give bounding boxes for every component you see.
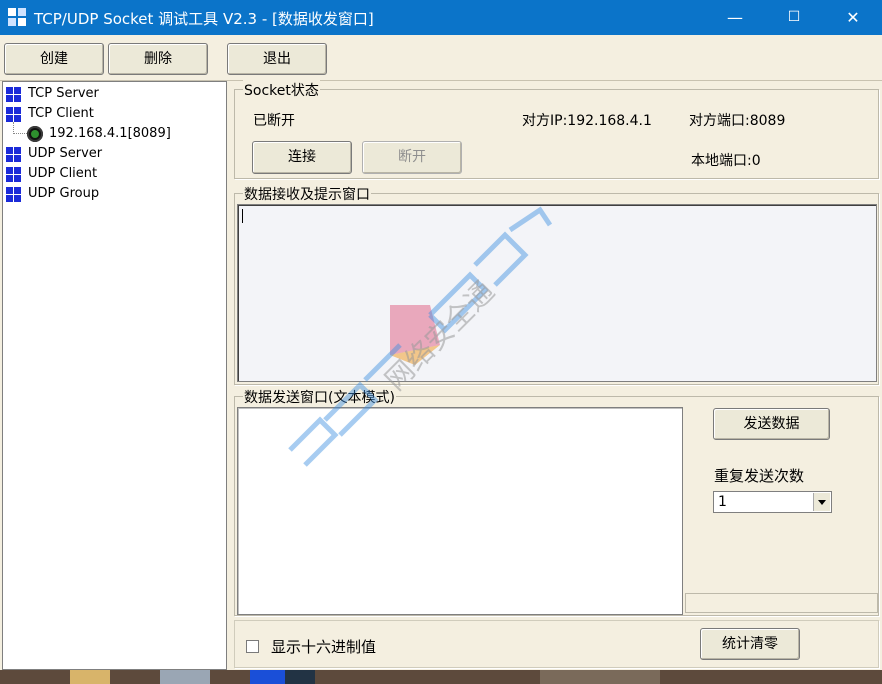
tree-item-label: TCP Client — [28, 106, 94, 121]
minimize-button[interactable]: — — [706, 0, 764, 35]
tree-item-label: UDP Server — [28, 146, 103, 161]
send-data-button[interactable]: 发送数据 — [713, 408, 830, 440]
receive-textarea[interactable] — [237, 204, 877, 382]
grid-icon — [6, 147, 22, 162]
grid-icon — [6, 187, 22, 202]
tree-item-label: TCP Server — [28, 86, 99, 101]
app-icon — [8, 8, 27, 27]
taskbar-item[interactable] — [285, 670, 315, 684]
toolbar: 创建 删除 退出 — [0, 37, 882, 81]
taskbar-item[interactable] — [250, 670, 285, 684]
connection-state: 已断开 — [253, 113, 295, 129]
repeat-count-value: 1 — [718, 494, 727, 510]
send-label: 数据发送窗口(文本模式) — [243, 387, 396, 407]
send-group: 数据发送窗口(文本模式) 发送数据 重复发送次数 1 — [234, 387, 879, 616]
maximize-button[interactable]: ☐ — [765, 0, 823, 35]
remote-ip: 对方IP:192.168.4.1 — [522, 113, 652, 129]
app-window: TCP/UDP Socket 调试工具 V2.3 - [数据收发窗口] — ☐ … — [0, 0, 882, 670]
create-button[interactable]: 创建 — [4, 43, 104, 75]
repeat-count-label: 重复发送次数 — [714, 467, 805, 485]
grid-icon — [6, 167, 22, 182]
grid-icon — [6, 107, 22, 122]
tree-item-label: UDP Group — [28, 186, 100, 201]
title-bar[interactable]: TCP/UDP Socket 调试工具 V2.3 - [数据收发窗口] — ☐ … — [0, 0, 882, 35]
text-caret — [242, 209, 243, 223]
send-textarea[interactable] — [237, 407, 683, 615]
connection-tree[interactable]: TCP Server TCP Client 192.168.4.1[8089] … — [2, 81, 227, 670]
socket-status-group: Socket状态 已断开 对方IP:192.168.4.1 对方端口:8089 … — [234, 80, 879, 179]
window-title: TCP/UDP Socket 调试工具 V2.3 - [数据收发窗口] — [34, 10, 374, 28]
hex-label: 显示十六进制值 — [271, 638, 377, 656]
taskbar-item[interactable] — [160, 670, 210, 684]
grid-icon — [6, 87, 22, 102]
receive-label: 数据接收及提示窗口 — [243, 184, 371, 204]
repeat-count-select[interactable]: 1 — [713, 491, 832, 513]
tree-connector — [13, 133, 27, 134]
tree-item-label: 192.168.4.1[8089] — [49, 126, 171, 141]
exit-button[interactable]: 退出 — [227, 43, 327, 75]
send-status-box — [685, 593, 878, 613]
connect-button[interactable]: 连接 — [252, 141, 352, 174]
connection-status-icon — [27, 126, 43, 142]
remote-port: 对方端口:8089 — [689, 113, 786, 129]
taskbar-item — [540, 670, 660, 684]
taskbar — [0, 670, 882, 684]
tree-item-label: UDP Client — [28, 166, 98, 181]
socket-status-label: Socket状态 — [243, 80, 320, 100]
delete-button[interactable]: 删除 — [108, 43, 208, 75]
hex-checkbox[interactable] — [246, 640, 259, 653]
receive-group: 数据接收及提示窗口 — [234, 184, 879, 385]
close-button[interactable]: ✕ — [824, 0, 882, 35]
bottom-bar: 显示十六进制值 统计清零 — [234, 620, 879, 668]
disconnect-button[interactable]: 断开 — [362, 141, 462, 174]
taskbar-item[interactable] — [70, 670, 110, 684]
clear-stats-button[interactable]: 统计清零 — [700, 628, 800, 660]
chevron-down-icon[interactable] — [813, 493, 830, 511]
local-port: 本地端口:0 — [691, 153, 761, 169]
